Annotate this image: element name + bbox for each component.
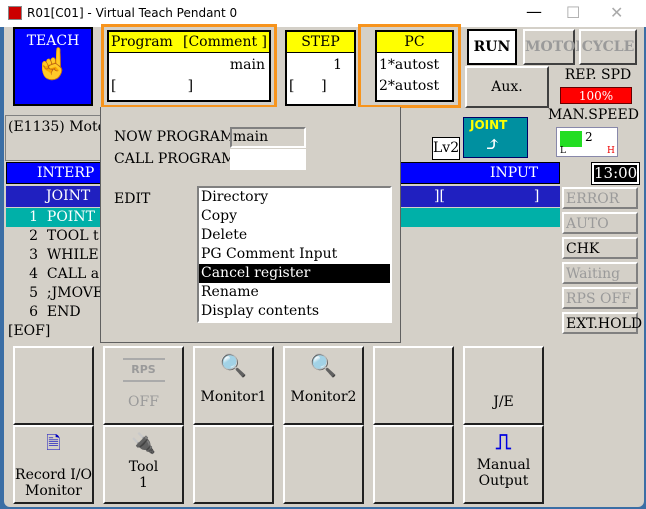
joint-label: JOINT [46,188,91,204]
man-speed-level: 2 [585,130,593,144]
man-speed-high: H [607,146,615,156]
app-icon [8,6,22,20]
je-button[interactable]: J/E [463,346,544,425]
rps-icon: RPS [122,358,165,382]
motor-button[interactable]: MOTOR [523,29,587,65]
program-comment: [ ] [111,78,194,94]
status-rps-off: RPS OFF [562,287,638,309]
minimize-button[interactable]: — [526,2,542,21]
maximize-button[interactable]: ☐ [566,3,580,22]
program-popup: NOW PROGRAM main CALL PROGRAM EDIT Direc… [100,107,401,343]
title-bar: R01[C01] - Virtual Teach Pendant 0 — ☐ ✕ [0,0,646,27]
menu-item-rename[interactable]: Rename [199,283,390,302]
now-program-label: NOW PROGRAM [114,129,235,145]
step-header: STEP [287,32,354,53]
tool-label: Tool [128,459,159,475]
status-auto: AUTO [562,212,638,234]
call-program-label: CALL PROGRAM [114,151,236,167]
level-indicator: Lv2 [432,137,460,160]
edit-label: EDIT [114,191,151,207]
je-label: J/E [493,394,514,410]
status-chk-once[interactable]: CHK once [562,237,638,277]
rep-speed-label: REP. SPD [564,67,632,83]
now-program-value: main [230,127,306,148]
fkey-blank-3[interactable] [193,425,274,504]
manual-label: Manual [476,457,531,473]
menu-item-cancel-register[interactable]: Cancel register [199,264,390,283]
error-message: (E1135) Moto [8,119,107,135]
rps-off-button[interactable]: RPS OFF [103,346,184,425]
fkey-blank-2[interactable] [373,346,454,425]
comment-header: [Comment ] [183,34,267,50]
output-label: Output [478,473,529,489]
step-value: 1 [333,57,342,73]
tool-button[interactable]: 🔌 Tool 1 [103,425,184,504]
tool-number: 1 [139,475,148,491]
man-speed-fill [560,131,582,147]
interp-joint-label: JOINT [470,118,508,132]
rps-off-label: OFF [128,394,159,410]
input-label: INPUT [490,165,539,181]
pc-line-2: 2*autost [379,78,440,94]
menu-item-pg-comment-input[interactable]: PG Comment Input [199,245,390,264]
pc-panel[interactable]: PC 1*autost 2*autost [358,24,461,108]
window-title: R01[C01] - Virtual Teach Pendant 0 [27,6,238,20]
aux-button[interactable]: Aux. [465,66,549,108]
man-speed-low: L [560,146,566,156]
record-label-2: Monitor [24,483,82,499]
fkey-blank-1[interactable] [13,346,94,425]
program-name: main [229,57,265,73]
clock: 13:00 [591,162,640,185]
input-bracket: ][ ] [434,188,540,204]
close-button[interactable]: ✕ [610,3,623,22]
interp-joint-button[interactable]: JOINT ⤴ [463,117,528,158]
robot-arm-icon: ⤴ [484,132,501,156]
hand-icon: ☝ [34,47,72,82]
edit-menu-list[interactable]: Directory Copy Delete PG Comment Input C… [197,186,392,323]
tool-plug-icon: 🔌 [131,431,156,455]
monitor-magnifier-icon: 🔍 [219,354,248,379]
record-label-1: Record I/O [15,467,92,483]
step-comment: [ ] [289,78,327,94]
call-program-input[interactable] [230,149,306,170]
monitor2-button[interactable]: 🔍 Monitor2 [283,346,364,425]
run-button[interactable]: RUN [467,29,517,65]
interp-label: INTERP S [37,165,109,181]
status-error: ERROR [562,187,638,209]
fkey-blank-5[interactable] [373,425,454,504]
man-speed-gauge[interactable]: 2 L H [556,127,618,157]
man-speed-label: MAN.SPEED [548,107,639,123]
rep-speed-value[interactable]: 100% [560,87,632,104]
status-ext-hold[interactable]: EXT.HOLD [562,312,642,334]
pulse-signal-icon: ⎍ [495,429,512,455]
monitor1-label: Monitor1 [200,389,267,405]
menu-item-directory[interactable]: Directory [199,188,390,207]
step-panel[interactable]: STEP 1 [ ] [285,30,356,106]
program-header: Program [111,34,173,50]
program-panel[interactable]: Program [Comment ] main [ ] [101,24,277,108]
pc-header: PC [377,32,452,53]
pc-line-1: 1*autost [379,57,440,73]
manual-output-button[interactable]: ⎍ Manual Output [463,425,544,504]
fkey-blank-4[interactable] [283,425,364,504]
teach-mode-indicator[interactable]: TEACH ☝ [13,27,93,106]
menu-item-copy[interactable]: Copy [199,207,390,226]
menu-item-delete[interactable]: Delete [199,226,390,245]
record-io-monitor-button[interactable]: 🗎 Record I/O Monitor [13,425,94,504]
cycle-button[interactable]: CYCLE [579,29,637,65]
monitor1-button[interactable]: 🔍 Monitor1 [193,346,274,425]
status-waiting: Waiting [562,262,638,284]
menu-item-display-contents[interactable]: Display contents [199,302,390,321]
monitor2-label: Monitor2 [290,389,357,405]
monitor-magnifier-icon: 🔍 [309,354,338,379]
record-monitor-icon: 🗎 [46,433,61,454]
